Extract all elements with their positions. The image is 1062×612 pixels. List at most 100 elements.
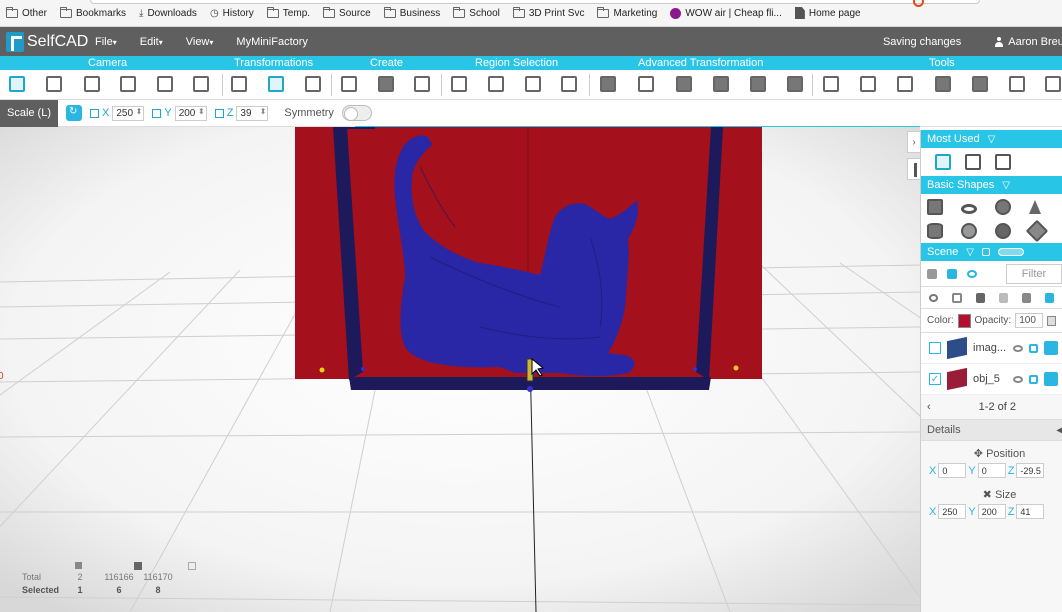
bookmark-other[interactable]: Other xyxy=(6,6,47,19)
menu-edit[interactable]: Edit▾ xyxy=(140,36,163,48)
shape-cone-icon[interactable] xyxy=(1029,200,1041,214)
scene-canvas[interactable]: 0 xyxy=(0,127,920,612)
symmetry-toggle[interactable] xyxy=(341,105,372,121)
bookmark-history[interactable]: ◷ History xyxy=(210,8,254,19)
shape-cylinder-icon[interactable] xyxy=(927,223,943,239)
axis-y-checkbox[interactable] xyxy=(152,108,162,118)
viewport-3d[interactable]: 0 xyxy=(0,127,920,612)
create-cube-icon[interactable] xyxy=(341,76,359,94)
most-used-scale-icon[interactable] xyxy=(935,154,951,170)
basic-shapes-header[interactable]: Basic Shapes ▽ xyxy=(921,176,1062,194)
adv-bevel-icon[interactable] xyxy=(638,76,656,94)
select-vertex-icon[interactable] xyxy=(451,76,469,94)
shape-torus-icon[interactable] xyxy=(961,203,977,214)
transform-rotate-icon[interactable] xyxy=(305,76,323,94)
filter-columns-icon[interactable] xyxy=(1044,292,1054,303)
filter-solid-icon[interactable] xyxy=(1021,292,1031,303)
tool-align-icon[interactable] xyxy=(1009,76,1027,94)
transform-scale-icon[interactable] xyxy=(268,76,286,94)
scene-group-icon[interactable] xyxy=(927,268,937,279)
scale-y-input[interactable]: 200 xyxy=(174,105,207,121)
adv-taper-icon[interactable] xyxy=(713,76,731,94)
object-checkbox[interactable] xyxy=(929,342,941,354)
object-visibility-icon[interactable] xyxy=(1013,375,1023,383)
logo[interactable]: SelfCAD xyxy=(0,31,90,52)
shape-cube-icon[interactable] xyxy=(927,199,943,215)
material-icon[interactable] xyxy=(1046,315,1056,326)
adv-twist-icon[interactable] xyxy=(750,76,768,94)
uniform-scale-toggle[interactable] xyxy=(66,105,82,121)
select-object-icon[interactable] xyxy=(561,76,579,94)
scale-x-input[interactable]: 250 xyxy=(112,105,145,121)
axis-x-checkbox[interactable] xyxy=(90,108,99,118)
panel-collapse-button[interactable]: › xyxy=(907,131,921,153)
most-used-cube-icon[interactable] xyxy=(965,154,981,170)
position-x-input[interactable]: 0 xyxy=(938,463,967,478)
scale-z-input[interactable]: 39 xyxy=(236,105,269,121)
menu-view[interactable]: View▾ xyxy=(186,36,214,48)
select-edge-icon[interactable] xyxy=(488,76,506,94)
menu-file[interactable]: File▾ xyxy=(95,36,117,48)
bookmark-3d-print[interactable]: 3D Print Svc xyxy=(512,6,584,19)
bookmark-school[interactable]: School xyxy=(453,6,500,19)
object-cube-icon[interactable] xyxy=(1044,372,1058,386)
scene-slider[interactable] xyxy=(997,248,1024,256)
camera-reset-icon[interactable] xyxy=(157,76,175,94)
user-menu[interactable]: Aaron Breue xyxy=(994,36,1062,48)
shape-dodecahedron-icon[interactable] xyxy=(1025,219,1049,243)
object-cube-icon[interactable] xyxy=(1044,341,1058,355)
shape-geosphere-icon[interactable] xyxy=(995,223,1011,239)
select-face-icon[interactable] xyxy=(525,76,543,94)
size-x-input[interactable]: 250 xyxy=(938,504,967,519)
bookmark-temp[interactable]: Temp. xyxy=(266,6,310,19)
object-checkbox[interactable]: ✓ xyxy=(929,373,941,385)
tool-intersect-icon[interactable] xyxy=(897,76,915,94)
scene-view-icon[interactable] xyxy=(981,248,990,256)
filter-cube-icon[interactable] xyxy=(975,292,985,303)
scene-filter-input[interactable]: Filter xyxy=(1006,263,1062,284)
camera-zoom-icon[interactable] xyxy=(46,76,64,94)
tool-difference-icon[interactable] xyxy=(860,76,878,94)
pager-prev-icon[interactable]: ‹ xyxy=(927,401,931,413)
details-header[interactable]: Details ◀ xyxy=(921,419,1062,441)
object-visibility-icon[interactable] xyxy=(1013,344,1023,352)
menu-myminifactory[interactable]: MyMiniFactory xyxy=(236,36,308,48)
size-z-input[interactable]: 41 xyxy=(1016,504,1045,519)
position-z-input[interactable]: -29.5 xyxy=(1016,463,1045,478)
scene-object-row[interactable]: ✓ obj_5 xyxy=(921,364,1062,395)
shape-knot-icon[interactable] xyxy=(961,223,977,239)
scene-header[interactable]: Scene ▽ xyxy=(921,243,1062,261)
camera-360-icon[interactable] xyxy=(9,76,27,94)
camera-pan-icon[interactable] xyxy=(84,76,102,94)
most-used-header[interactable]: Most Used ▽ xyxy=(921,130,1062,148)
bookmark-home[interactable]: Home page xyxy=(794,7,861,19)
most-used-move-icon[interactable] xyxy=(995,154,1011,170)
bookmark-wow[interactable]: WOW air | Cheap fli... xyxy=(670,7,782,19)
tool-more-icon[interactable] xyxy=(1045,76,1062,94)
bookmark-downloads[interactable]: ⤓ Downloads xyxy=(139,8,197,19)
filter-eye-icon[interactable] xyxy=(929,293,939,302)
size-y-input[interactable]: 200 xyxy=(977,504,1006,519)
filter-lock-icon[interactable] xyxy=(952,292,962,303)
bookmark-business[interactable]: Business xyxy=(383,6,440,19)
bookmark-source[interactable]: Source xyxy=(323,6,371,19)
axis-z-checkbox[interactable] xyxy=(214,108,224,118)
tool-union-icon[interactable] xyxy=(823,76,841,94)
scene-visibility-icon[interactable] xyxy=(967,269,977,278)
scene-object-row[interactable]: imag... xyxy=(921,333,1062,364)
opacity-input[interactable]: 100 xyxy=(1015,313,1043,328)
tool-sphere-icon[interactable] xyxy=(935,76,953,94)
adv-subdivide-icon[interactable] xyxy=(676,76,694,94)
panel-handle[interactable] xyxy=(907,158,921,180)
adv-bend-icon[interactable] xyxy=(787,76,805,94)
scene-link-icon[interactable] xyxy=(947,268,957,279)
camera-rotate-icon[interactable] xyxy=(120,76,138,94)
bookmark-marketing[interactable]: Marketing xyxy=(597,6,657,19)
transform-move-icon[interactable] xyxy=(231,76,249,94)
object-lock-icon[interactable] xyxy=(1029,343,1038,353)
color-swatch[interactable] xyxy=(957,313,971,328)
position-y-input[interactable]: 0 xyxy=(977,463,1006,478)
adv-extrude-icon[interactable] xyxy=(600,76,618,94)
object-lock-icon[interactable] xyxy=(1029,374,1038,384)
tool-mirror-icon[interactable] xyxy=(972,76,990,94)
